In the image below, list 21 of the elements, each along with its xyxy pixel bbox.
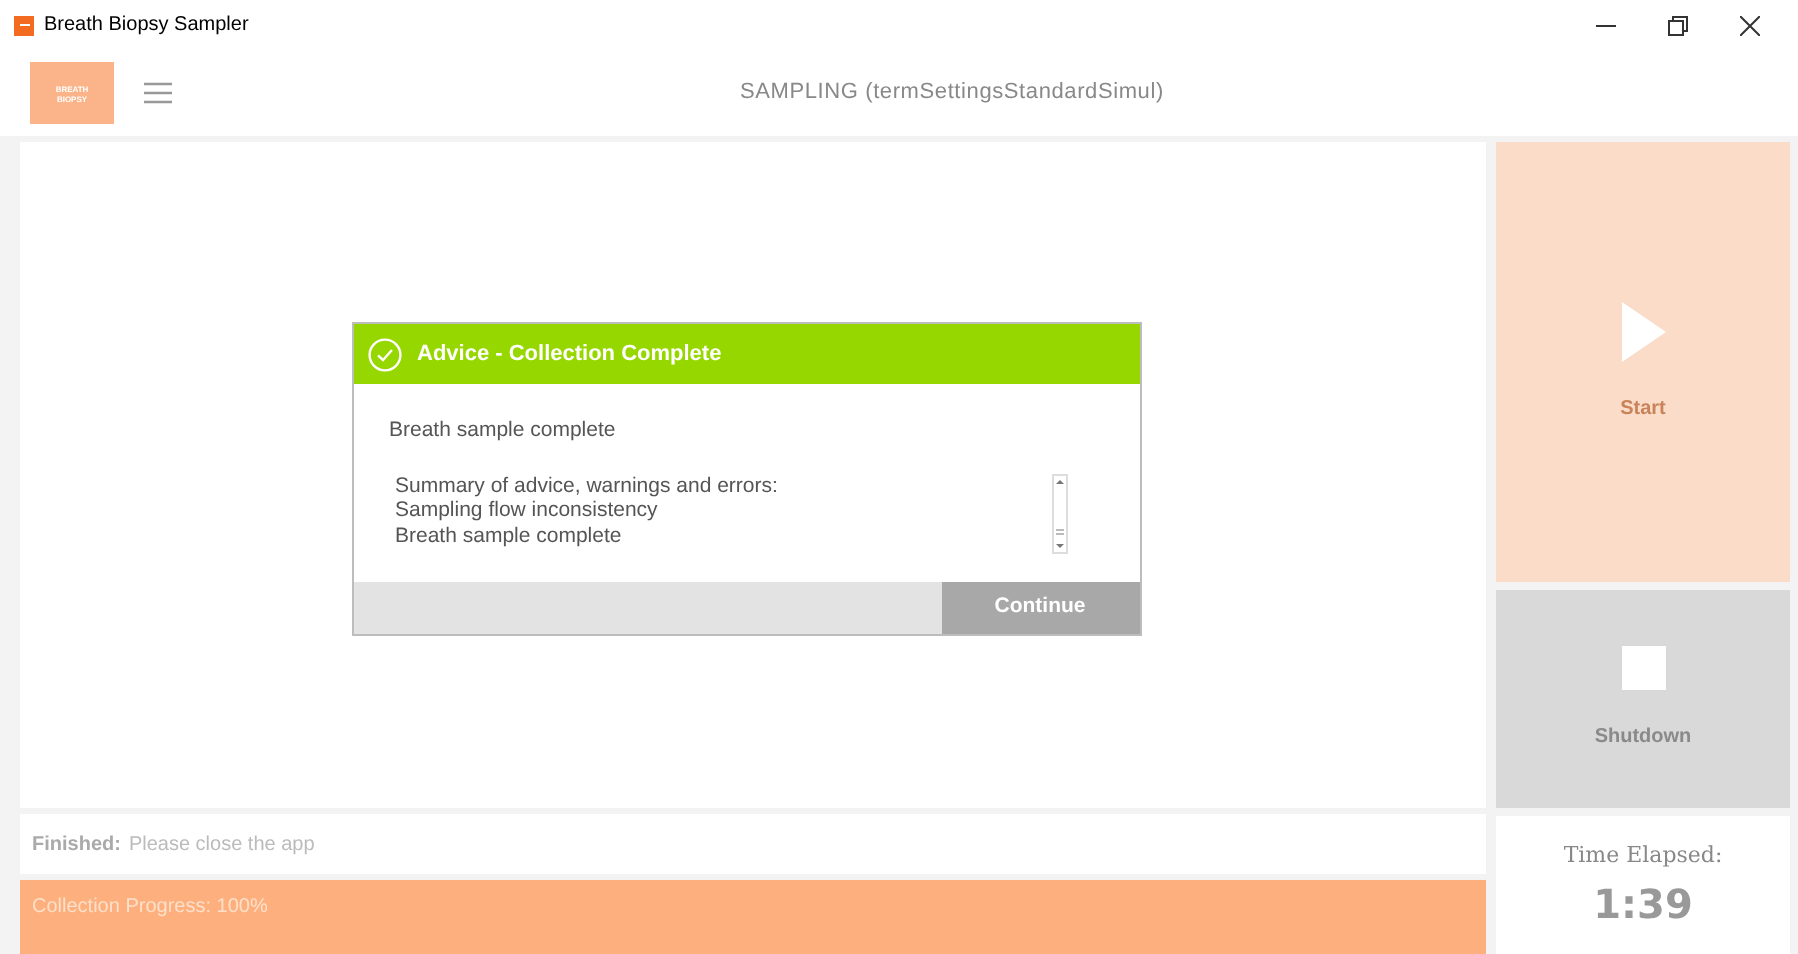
page-title: SAMPLING (termSettingsStandardSimul) bbox=[740, 78, 1164, 109]
status-text: Please close the app bbox=[128, 831, 315, 859]
summary-line: Summary of advice, warnings and errors: bbox=[395, 473, 780, 499]
continue-button[interactable]: Continue bbox=[941, 581, 1139, 634]
play-icon bbox=[1621, 301, 1665, 361]
restore-icon[interactable] bbox=[1668, 15, 1688, 35]
menu-icon[interactable] bbox=[144, 82, 172, 104]
scrollbar-icon[interactable] bbox=[1051, 473, 1067, 554]
stop-icon bbox=[1621, 646, 1665, 690]
status-label: Finished: bbox=[32, 831, 121, 859]
dialog-message: Breath sample complete bbox=[389, 416, 618, 447]
close-icon[interactable] bbox=[1740, 15, 1760, 35]
dialog-title: Advice - Collection Complete bbox=[417, 339, 722, 370]
summary-line: Breath sample complete bbox=[395, 523, 624, 549]
summary-line: Sampling flow inconsistency bbox=[395, 498, 660, 524]
timer-label: Time Elapsed: bbox=[1563, 840, 1723, 872]
app-icon bbox=[14, 15, 34, 35]
checkmark-circle-icon bbox=[367, 337, 401, 372]
progress-label: Collection Progress: 100% bbox=[32, 894, 268, 922]
window-title: Breath Biopsy Sampler bbox=[44, 12, 249, 40]
timer-value: 1:39 bbox=[1593, 877, 1693, 931]
